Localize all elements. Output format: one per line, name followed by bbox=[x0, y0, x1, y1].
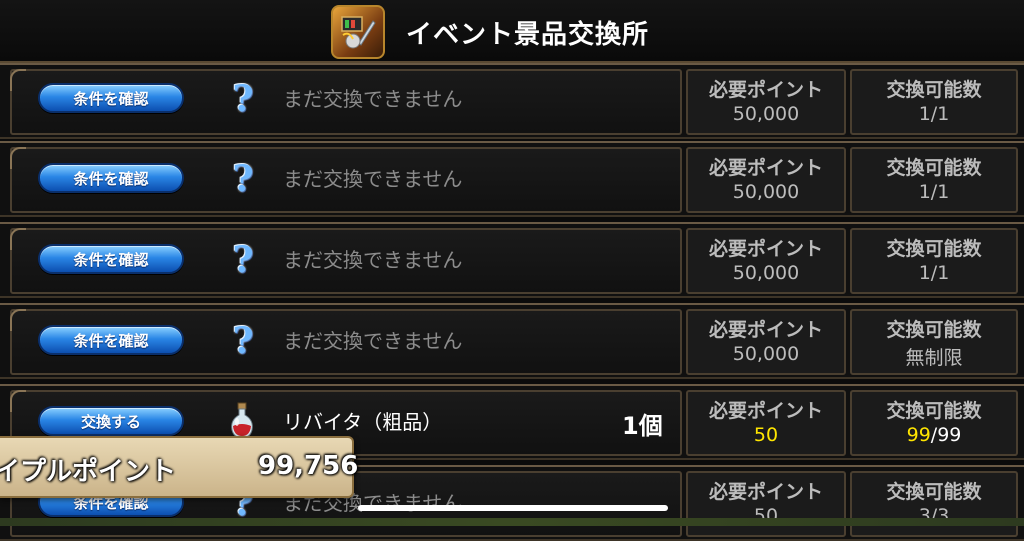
list-item: 条件を確認 ? まだ交換できません 必要ポイント 50,000 交換可能数 1/… bbox=[0, 222, 1024, 298]
count-cell: 交換可能数 1/1 bbox=[850, 228, 1018, 294]
points-balance-panel: イプルポイント 99,756 bbox=[0, 436, 358, 498]
item-name: まだ交換できません bbox=[283, 329, 463, 353]
count-cell: 交換可能数 99/99 bbox=[850, 390, 1018, 456]
question-icon: ? bbox=[232, 158, 254, 200]
exchange-button[interactable]: 交換する bbox=[38, 406, 184, 436]
header-bar: イベント景品交換所 bbox=[0, 0, 1024, 63]
bottom-strip bbox=[0, 518, 1024, 526]
frame-corner bbox=[10, 147, 26, 169]
count-cell: 交換可能数 無制限 bbox=[850, 309, 1018, 375]
item-name: まだ交換できません bbox=[283, 248, 463, 272]
points-cell: 必要ポイント 50,000 bbox=[686, 69, 846, 135]
item-name: リバイタ（粗品） bbox=[283, 410, 443, 434]
points-value: 50 bbox=[753, 424, 779, 446]
count-label: 交換可能数 bbox=[886, 79, 982, 101]
count-value: 1/1 bbox=[918, 103, 950, 125]
check-conditions-button[interactable]: 条件を確認 bbox=[38, 83, 184, 113]
home-indicator[interactable] bbox=[358, 505, 668, 511]
points-label: 必要ポイント bbox=[708, 79, 823, 101]
points-cell: 必要ポイント 50,000 bbox=[686, 309, 846, 375]
frame-corner bbox=[10, 309, 26, 331]
item-quantity: 1個 bbox=[622, 412, 663, 440]
count-cell: 交換可能数 1/1 bbox=[850, 69, 1018, 135]
list-item: 条件を確認 ? まだ交換できません 必要ポイント 50,000 交換可能数 無制… bbox=[0, 303, 1024, 379]
points-cell: 必要ポイント 50 bbox=[686, 390, 846, 456]
points-cell: 必要ポイント 50,000 bbox=[686, 147, 846, 213]
count-value: 1/1 bbox=[918, 262, 950, 284]
count-max: 99 bbox=[937, 424, 962, 446]
check-conditions-button[interactable]: 条件を確認 bbox=[38, 325, 184, 355]
item-name: まだ交換できません bbox=[283, 87, 463, 111]
points-value: 50,000 bbox=[732, 103, 800, 125]
count-label: 交換可能数 bbox=[886, 157, 982, 179]
count-value: 無制限 bbox=[905, 347, 963, 369]
question-icon: ? bbox=[232, 78, 254, 120]
list-item: 条件を確認 ? まだ交換できません 必要ポイント 50,000 交換可能数 1/… bbox=[0, 63, 1024, 139]
points-cell: 必要ポイント 50 bbox=[686, 471, 846, 537]
count-value: 1/1 bbox=[918, 181, 950, 203]
count-cell: 交換可能数 1/1 bbox=[850, 147, 1018, 213]
count-label: 交換可能数 bbox=[886, 400, 982, 422]
page-title: イベント景品交換所 bbox=[406, 20, 650, 50]
points-label: 必要ポイント bbox=[708, 481, 823, 503]
points-value: 50,000 bbox=[732, 181, 800, 203]
check-conditions-button[interactable]: 条件を確認 bbox=[38, 163, 184, 193]
points-value: 50,000 bbox=[732, 262, 800, 284]
points-cell: 必要ポイント 50,000 bbox=[686, 228, 846, 294]
question-icon: ? bbox=[232, 239, 254, 281]
count-cell: 交換可能数 3/3 bbox=[850, 471, 1018, 537]
count-label: 交換可能数 bbox=[886, 238, 982, 260]
frame-corner bbox=[10, 228, 26, 250]
count-label: 交換可能数 bbox=[886, 319, 982, 341]
item-name: まだ交換できません bbox=[283, 167, 463, 191]
question-icon: ? bbox=[232, 320, 254, 362]
count-label: 交換可能数 bbox=[886, 481, 982, 503]
points-label: 必要ポイント bbox=[708, 238, 823, 260]
points-label: 必要ポイント bbox=[708, 319, 823, 341]
points-label: 必要ポイント bbox=[708, 157, 823, 179]
points-balance-value: 99,756 bbox=[258, 451, 359, 481]
points-value: 50,000 bbox=[732, 343, 800, 365]
points-label: 必要ポイント bbox=[708, 400, 823, 422]
check-conditions-button[interactable]: 条件を確認 bbox=[38, 244, 184, 274]
frame-corner bbox=[10, 69, 26, 91]
count-available: 99 bbox=[906, 424, 931, 446]
points-balance-label: イプルポイント bbox=[0, 457, 177, 487]
count-value: 99/99 bbox=[852, 424, 1016, 446]
list-item: 条件を確認 ? まだ交換できません 必要ポイント 50,000 交換可能数 1/… bbox=[0, 141, 1024, 217]
potion-icon bbox=[228, 402, 256, 440]
frame-corner bbox=[10, 390, 26, 412]
event-prize-icon bbox=[331, 5, 385, 59]
